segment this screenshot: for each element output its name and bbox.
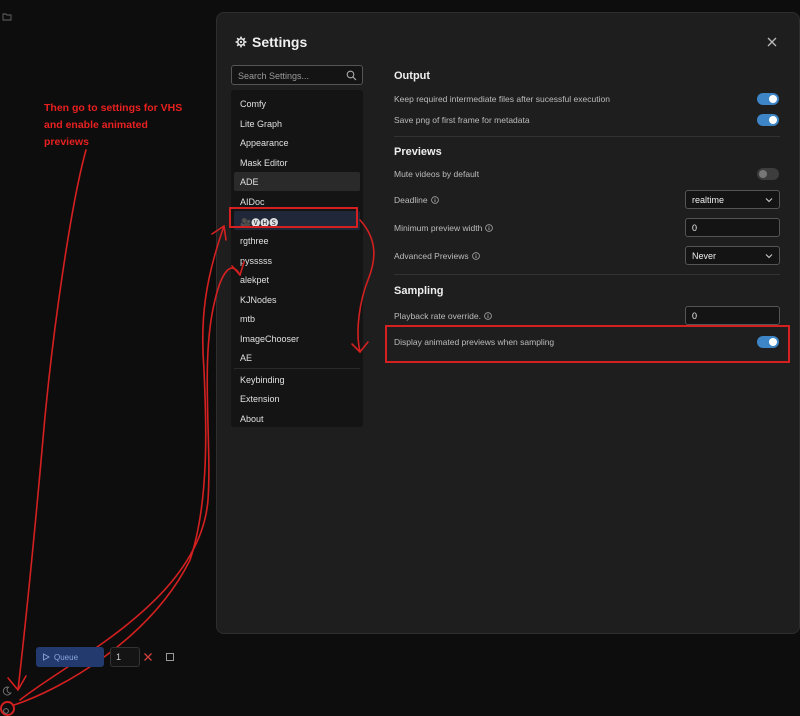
display-animated-toggle[interactable] xyxy=(757,336,779,348)
search-icon[interactable] xyxy=(346,70,357,81)
previews-heading: Previews xyxy=(394,146,442,158)
moon-icon[interactable] xyxy=(2,686,12,696)
save-png-label: Save png of first frame for metadata xyxy=(394,115,530,125)
play-icon xyxy=(43,653,50,661)
queue-button[interactable]: Queue xyxy=(36,647,104,667)
display-animated-label: Display animated previews when sampling xyxy=(394,337,555,347)
category-rgthree[interactable]: rgthree xyxy=(234,231,360,250)
gear-icon xyxy=(235,36,247,48)
mute-videos-toggle[interactable] xyxy=(757,168,779,180)
category-about[interactable]: About xyxy=(234,409,360,428)
queue-bar: Queue 1 xyxy=(36,647,182,667)
chevron-down-icon xyxy=(765,254,773,259)
info-icon xyxy=(484,312,492,320)
category-comfy[interactable]: Comfy xyxy=(234,94,360,113)
category-extension[interactable]: Extension xyxy=(234,389,360,408)
advanced-previews-label: Advanced Previews xyxy=(394,251,480,261)
deadline-select[interactable]: realtime xyxy=(685,190,780,209)
keep-intermediate-toggle[interactable] xyxy=(757,93,779,105)
category-ae[interactable]: AE xyxy=(234,348,360,367)
section-divider xyxy=(394,136,780,137)
settings-button-icon[interactable] xyxy=(1,706,11,716)
category-mtb[interactable]: mtb xyxy=(234,309,360,328)
category-pysssss[interactable]: pysssss xyxy=(234,251,360,270)
keep-intermediate-label: Keep required intermediate files after s… xyxy=(394,94,610,104)
dialog-title-text: Settings xyxy=(252,34,308,50)
dialog-title: Settings xyxy=(235,34,307,50)
cancel-icon[interactable] xyxy=(143,652,153,662)
advanced-previews-select[interactable]: Never xyxy=(685,246,780,265)
category-ade[interactable]: ADE xyxy=(234,172,360,191)
chevron-down-icon xyxy=(765,198,773,203)
category-kjnodes[interactable]: KJNodes xyxy=(234,290,360,309)
search-settings[interactable] xyxy=(231,65,363,85)
folder-icon[interactable] xyxy=(2,12,12,22)
mute-videos-label: Mute videos by default xyxy=(394,169,480,179)
category-lite-graph[interactable]: Lite Graph xyxy=(234,114,360,133)
info-icon xyxy=(485,224,494,232)
queue-count-input[interactable]: 1 xyxy=(110,647,140,667)
min-width-label: Minimum preview width xyxy=(394,223,494,233)
info-icon xyxy=(430,196,439,204)
info-icon xyxy=(471,252,480,260)
category-alekpet[interactable]: alekpet xyxy=(234,270,360,289)
category-mask-editor[interactable]: Mask Editor xyxy=(234,153,360,172)
category-divider xyxy=(234,368,360,369)
deadline-label: Deadline xyxy=(394,195,439,205)
category-aidoc[interactable]: AIDoc xyxy=(234,192,360,211)
close-icon[interactable] xyxy=(765,35,779,49)
annotation-text: Then go to settings for VHS and enable a… xyxy=(44,102,183,148)
playback-rate-input[interactable]: 0 xyxy=(685,306,780,325)
section-divider xyxy=(394,274,780,275)
playback-rate-label: Playback rate override. xyxy=(394,311,492,321)
category-imagechooser[interactable]: ImageChooser xyxy=(234,329,360,348)
stop-icon[interactable] xyxy=(165,652,175,662)
output-heading: Output xyxy=(394,70,431,82)
search-input[interactable] xyxy=(232,67,362,85)
min-width-input[interactable]: 0 xyxy=(685,218,780,237)
category-appearance[interactable]: Appearance xyxy=(234,133,360,152)
settings-dialog: Settings Comfy Lite Graph Appearance Mas… xyxy=(216,12,800,634)
category-keybinding[interactable]: Keybinding xyxy=(234,370,360,389)
category-list: Comfy Lite Graph Appearance Mask Editor … xyxy=(231,90,363,427)
save-png-toggle[interactable] xyxy=(757,114,779,126)
sampling-heading: Sampling xyxy=(394,285,444,297)
category-vhs[interactable]: 🎥🅥🅗🅢 xyxy=(234,211,360,230)
